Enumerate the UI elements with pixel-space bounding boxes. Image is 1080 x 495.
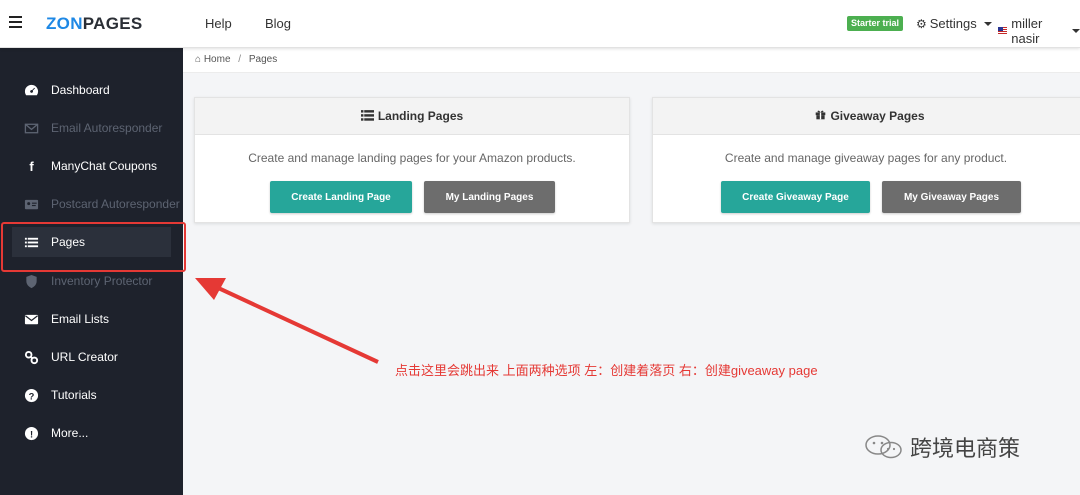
gear-icon: ⚙ (916, 16, 927, 31)
wechat-icon (865, 435, 902, 459)
hamburger-menu-icon[interactable] (9, 16, 22, 28)
nav-link-help[interactable]: Help (205, 16, 232, 31)
annotation-text: 点击这里会跳出来 上面两种选项 左：创建着落页 右：创建giveaway pag… (395, 363, 818, 378)
user-name: miller nasir (1011, 16, 1043, 46)
chevron-down-icon (1072, 29, 1080, 33)
user-menu[interactable]: miller nasir (998, 16, 1080, 46)
nav-link-blog[interactable]: Blog (265, 16, 291, 31)
watermark: 跨境电商策 (864, 431, 1020, 463)
us-flag-icon (998, 27, 1008, 35)
starter-trial-badge: Starter trial (847, 16, 904, 31)
settings-label: Settings (929, 16, 977, 31)
annotation-arrow-icon (195, 278, 379, 364)
settings-dropdown[interactable]: ⚙ Settings (916, 16, 992, 31)
watermark-text: 跨境电商策 (910, 436, 1021, 461)
logo[interactable]: ZONPAGES (46, 14, 143, 34)
top-navbar: ZONPAGES Help Blog Starter trial ⚙ Setti… (0, 0, 1080, 48)
chevron-down-icon (983, 21, 992, 26)
